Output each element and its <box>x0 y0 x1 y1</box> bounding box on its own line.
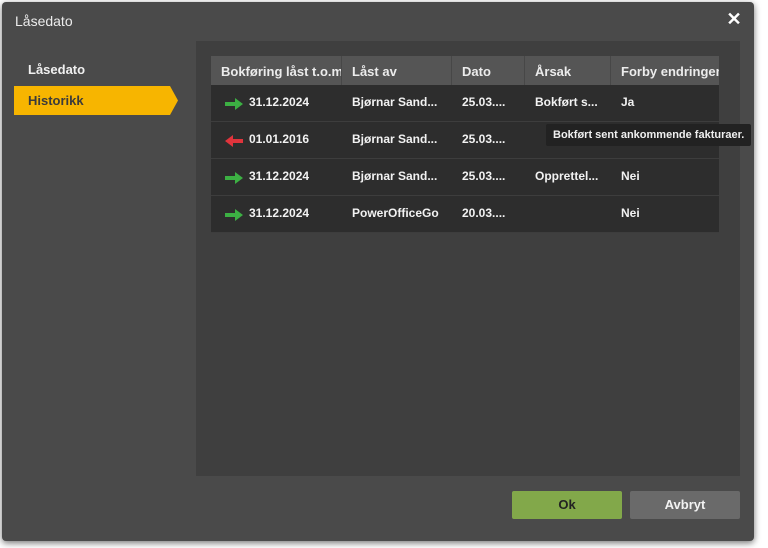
column-header-locked-by[interactable]: Låst av <box>342 56 452 85</box>
column-header-locked-to[interactable]: Bokføring låst t.o.m <box>211 56 342 85</box>
reason-cell: Opprettel... <box>535 169 599 183</box>
reason-tooltip: Bokført sent ankommende fakturaer. <box>546 124 752 146</box>
table-row[interactable]: 31.12.2024 Bjørnar Sand... 25.03.... Bok… <box>211 85 719 122</box>
dialog-title: Låsedato <box>15 13 73 29</box>
sidebar-item-lock-date[interactable]: Låsedato <box>28 62 85 77</box>
cancel-button[interactable]: Avbryt <box>630 491 740 519</box>
date-cell: 25.03.... <box>462 169 506 183</box>
locked-by-cell: Bjørnar Sand... <box>352 95 438 109</box>
column-header-forbid-changes[interactable]: Forby endringer <box>611 56 719 85</box>
right-arrow-icon <box>225 209 243 221</box>
locked-to-cell: 31.12.2024 <box>211 196 342 232</box>
locked-to-cell: 31.12.2024 <box>211 159 342 195</box>
table-row[interactable]: 31.12.2024 PowerOfficeGo 20.03.... Nei <box>211 196 719 233</box>
ok-button[interactable]: Ok <box>512 491 622 519</box>
date-cell: 25.03.... <box>462 132 506 146</box>
right-arrow-icon <box>225 172 243 184</box>
forbid-changes-cell: Nei <box>621 206 640 220</box>
column-header-reason[interactable]: Årsak <box>525 56 611 85</box>
left-arrow-icon <box>225 135 243 147</box>
right-arrow-icon <box>225 98 243 110</box>
date-cell: 25.03.... <box>462 95 506 109</box>
reason-cell: Bokført s... <box>535 95 598 109</box>
sidebar-item-label: Historikk <box>28 93 84 108</box>
date-cell: 20.03.... <box>462 206 506 220</box>
locked-to-cell: 31.12.2024 <box>211 85 342 121</box>
locked-by-cell: Bjørnar Sand... <box>352 169 438 183</box>
sidebar-item-history[interactable]: Historikk <box>14 86 178 115</box>
locked-by-cell: Bjørnar Sand... <box>352 132 438 146</box>
forbid-changes-cell: Nei <box>621 169 640 183</box>
reason-cell <box>525 196 611 232</box>
close-icon[interactable]: ✕ <box>726 10 742 28</box>
locked-to-cell: 01.01.2016 <box>211 122 342 158</box>
forbid-changes-cell: Ja <box>621 95 635 109</box>
table-row[interactable]: 31.12.2024 Bjørnar Sand... 25.03.... Opp… <box>211 159 719 196</box>
table-header: Bokføring låst t.o.m Låst av Dato Årsak … <box>211 56 719 85</box>
locked-by-cell: PowerOfficeGo <box>352 206 439 220</box>
column-header-date[interactable]: Dato <box>452 56 525 85</box>
